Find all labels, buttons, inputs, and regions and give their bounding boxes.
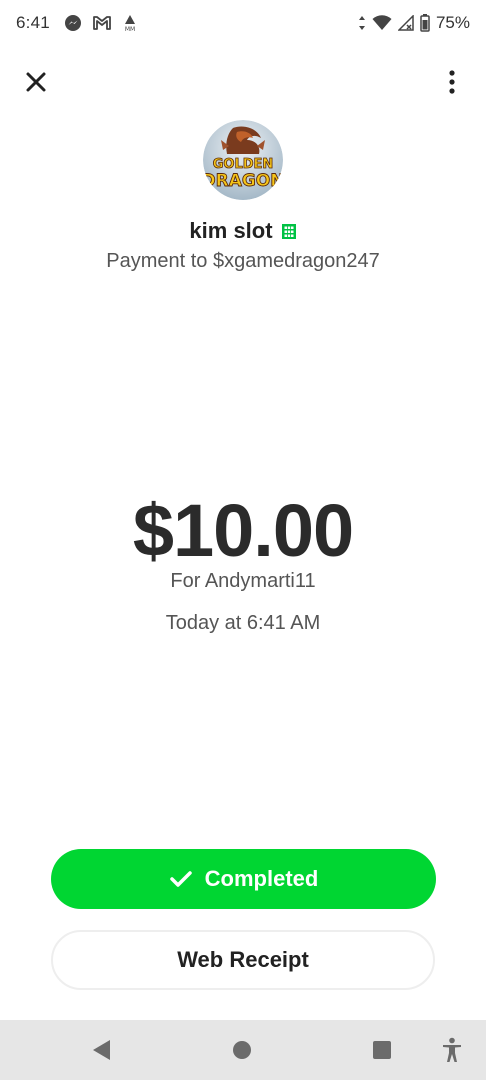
battery-icon bbox=[420, 14, 430, 32]
notification-icons: MM bbox=[64, 14, 138, 32]
recents-icon[interactable] bbox=[372, 1040, 392, 1060]
status-right: 75% bbox=[358, 13, 470, 33]
wifi-icon bbox=[372, 15, 392, 31]
checkmark-icon bbox=[169, 869, 193, 889]
logo-text-line2: DRAGON bbox=[203, 171, 283, 191]
accessibility-icon[interactable] bbox=[441, 1037, 463, 1063]
more-vertical-icon bbox=[449, 70, 455, 94]
payment-note: For Andymarti11 bbox=[170, 570, 316, 592]
system-nav-bar bbox=[0, 1020, 486, 1080]
completed-status-button[interactable]: Completed bbox=[51, 849, 436, 909]
svg-text:MM: MM bbox=[125, 26, 135, 32]
web-receipt-label: Web Receipt bbox=[177, 947, 309, 972]
building-icon bbox=[281, 223, 297, 240]
home-icon[interactable] bbox=[232, 1040, 252, 1060]
completed-label: Completed bbox=[204, 866, 319, 891]
payment-amount: $10.00 bbox=[132, 489, 354, 572]
payment-recipient: Payment to $xgamedragon247 bbox=[106, 250, 380, 272]
merchant-row: kim slot bbox=[0, 218, 486, 244]
web-receipt-button[interactable]: Web Receipt bbox=[51, 930, 435, 990]
no-signal-icon bbox=[397, 15, 414, 31]
merchant-avatar[interactable]: GOLDEN DRAGON bbox=[203, 120, 283, 200]
merchant-name: kim slot bbox=[189, 218, 273, 243]
more-options-button[interactable] bbox=[442, 66, 462, 98]
status-time: 6:41 bbox=[16, 13, 50, 32]
battery-percent: 75% bbox=[435, 13, 470, 32]
logo-text-line1: GOLDEN bbox=[213, 157, 274, 172]
close-button[interactable] bbox=[20, 66, 52, 98]
golden-dragon-logo: GOLDEN DRAGON bbox=[203, 120, 283, 200]
status-bar: 6:41 MM 75% bbox=[0, 0, 486, 46]
data-arrows-icon bbox=[358, 15, 366, 31]
messenger-icon bbox=[64, 14, 82, 32]
gmail-icon bbox=[92, 15, 112, 31]
status-left: 6:41 MM bbox=[16, 13, 138, 33]
back-icon[interactable] bbox=[92, 1039, 112, 1061]
payment-timestamp: Today at 6:41 AM bbox=[165, 612, 321, 634]
close-icon bbox=[25, 71, 47, 93]
mm-app-icon: MM bbox=[122, 14, 138, 32]
